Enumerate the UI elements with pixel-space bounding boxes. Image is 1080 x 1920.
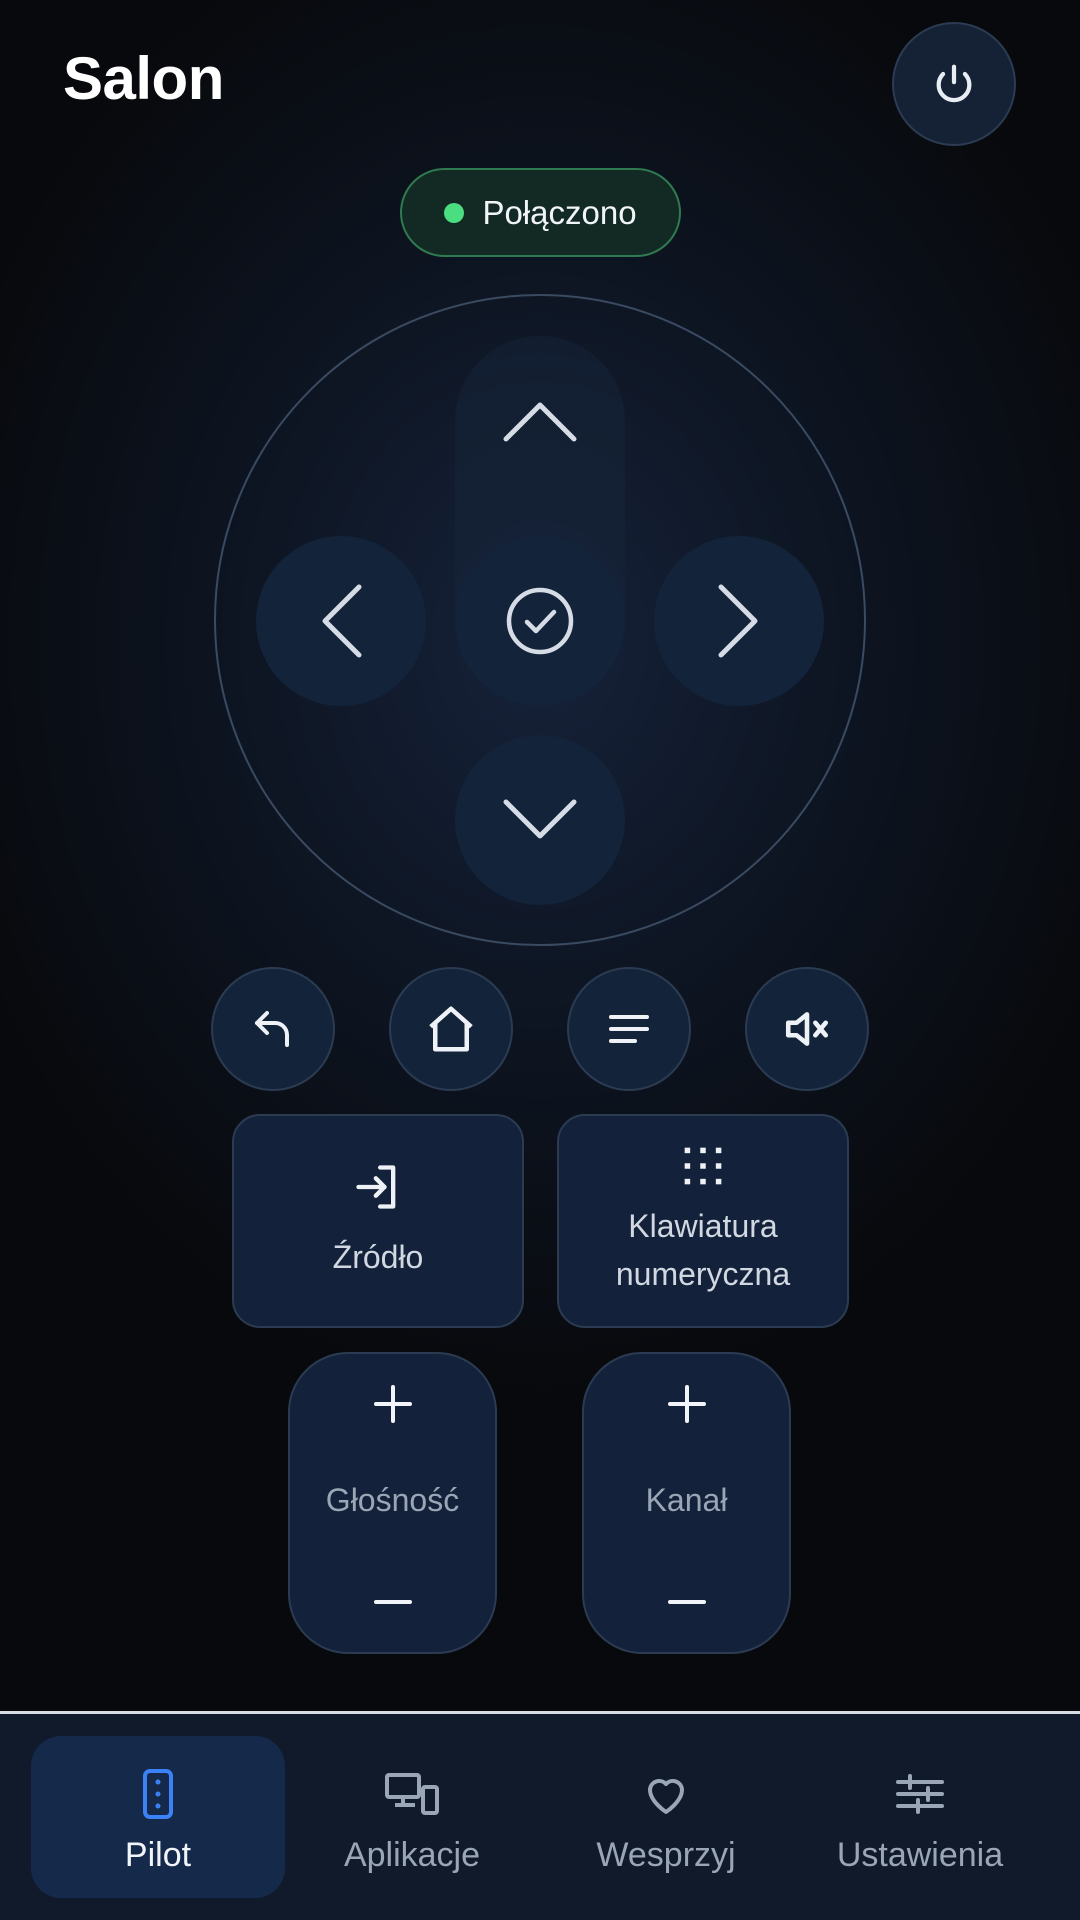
nav-item-wesprzyj[interactable]: Wesprzyj — [539, 1736, 793, 1898]
nav-item-pilot[interactable]: Pilot — [31, 1736, 285, 1898]
status-dot — [444, 202, 465, 223]
volume-label: Głośność — [325, 1482, 460, 1518]
channel-rocker: Kanał — [582, 1352, 791, 1654]
dpad-ok-button[interactable] — [455, 536, 625, 706]
power-icon — [936, 64, 972, 103]
nav-label-aplikacje: Aplikacje — [343, 1836, 481, 1874]
mute-button[interactable] — [745, 967, 869, 1091]
back-button[interactable] — [211, 967, 335, 1091]
page-title: Salon — [63, 45, 224, 112]
chevron-left-icon — [322, 584, 362, 658]
chevron-right-icon — [718, 584, 758, 658]
keypad-icon — [684, 1147, 722, 1185]
devices-icon — [385, 1773, 439, 1815]
channel-up-button[interactable] — [584, 1354, 789, 1454]
nav-label-pilot: Pilot — [124, 1836, 192, 1874]
plus-icon — [667, 1385, 706, 1423]
heart-icon — [648, 1778, 684, 1814]
home-icon — [429, 1006, 473, 1052]
volume-down-button[interactable] — [290, 1552, 495, 1652]
mute-icon — [785, 1012, 829, 1046]
chevron-down-icon — [503, 799, 577, 839]
minus-icon — [373, 1600, 412, 1604]
nav-label-wesprzyj: Wesprzyj — [596, 1836, 736, 1874]
power-button[interactable] — [892, 22, 1016, 146]
menu-button[interactable] — [567, 967, 691, 1091]
input-source-icon — [356, 1165, 396, 1209]
numpad-label-line2: numeryczna — [615, 1256, 791, 1292]
volume-rocker: Głośność — [288, 1352, 497, 1654]
numpad-label: Klawiatura numeryczna — [616, 1202, 790, 1298]
channel-down-button[interactable] — [584, 1552, 789, 1652]
dpad-up-button[interactable] — [455, 336, 625, 506]
sliders-icon — [896, 1774, 944, 1814]
volume-up-button[interactable] — [290, 1354, 495, 1454]
dpad-down-button[interactable] — [455, 735, 625, 905]
remote-icon — [143, 1769, 173, 1819]
nav-item-ustawienia[interactable]: Ustawienia — [793, 1736, 1047, 1898]
connection-status-badge: Połączono — [400, 168, 681, 257]
status-text: Połączono — [482, 193, 637, 231]
menu-icon — [609, 1015, 649, 1043]
minus-icon — [667, 1600, 706, 1604]
source-button[interactable]: Źródło — [232, 1114, 524, 1328]
dpad-right-button[interactable] — [654, 536, 824, 706]
chevron-up-icon — [503, 402, 577, 442]
home-button[interactable] — [389, 967, 513, 1091]
channel-label: Kanał — [645, 1482, 728, 1518]
nav-item-aplikacje[interactable]: Aplikacje — [285, 1736, 539, 1898]
check-circle-icon — [506, 587, 574, 655]
plus-icon — [373, 1385, 412, 1423]
nav-label-ustawienia: Ustawienia — [836, 1836, 1004, 1874]
numeric-keypad-button[interactable]: Klawiatura numeryczna — [557, 1114, 849, 1328]
dpad-left-button[interactable] — [256, 536, 426, 706]
numpad-label-line1: Klawiatura — [628, 1208, 778, 1244]
source-label: Źródło — [332, 1239, 424, 1275]
back-arrow-icon — [255, 1011, 289, 1047]
